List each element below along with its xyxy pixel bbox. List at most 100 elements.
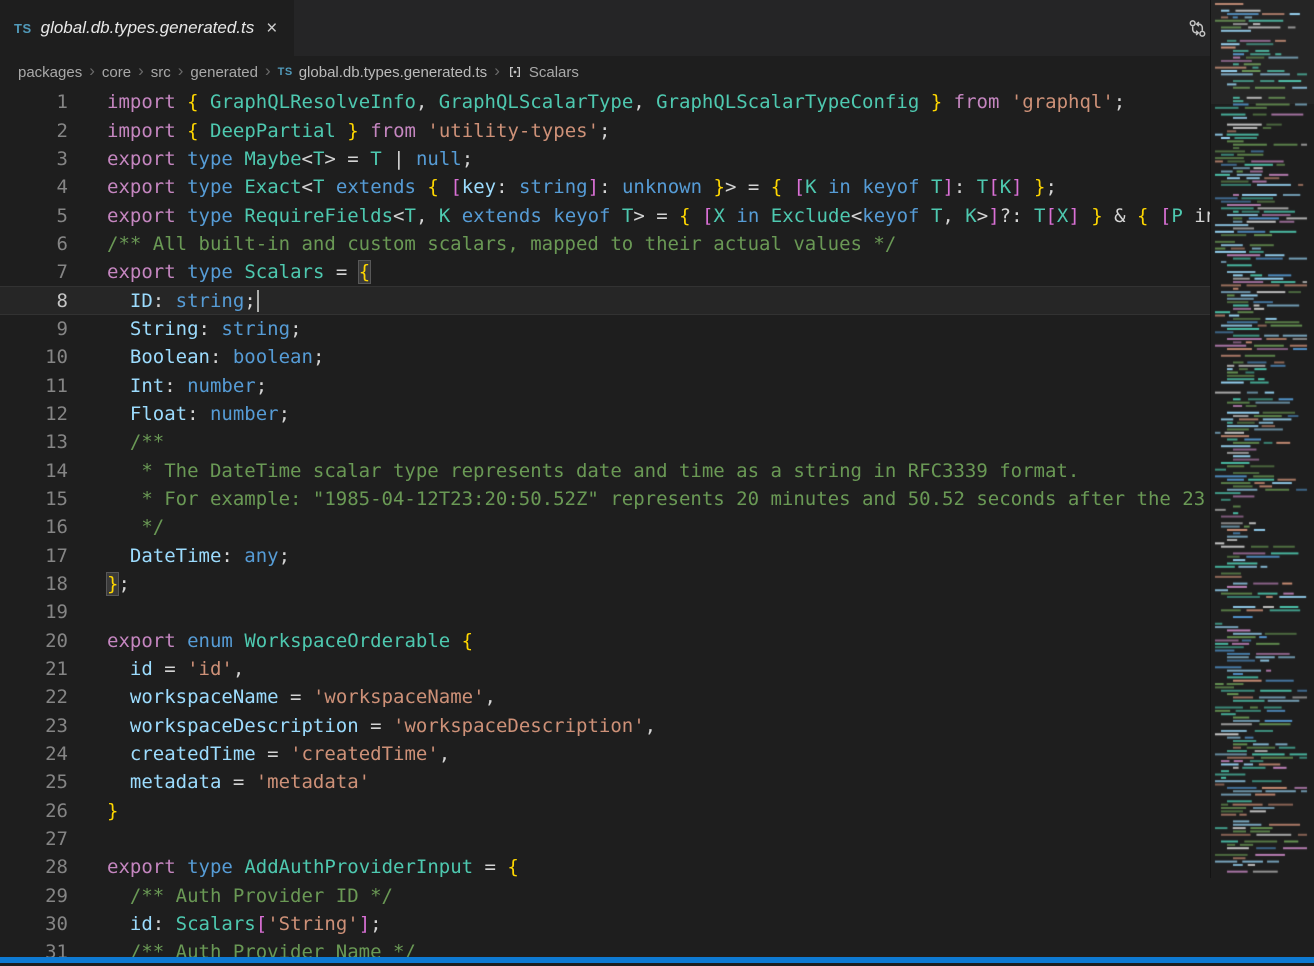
code-line[interactable]: 10 Boolean: boolean; (0, 343, 1314, 371)
line-number[interactable]: 6 (0, 233, 68, 255)
breadcrumb: packages › core › src › generated › TS g… (0, 56, 1314, 88)
line-number[interactable]: 23 (0, 715, 68, 737)
code-line-text: */ (68, 516, 164, 538)
code-token: from (954, 91, 1000, 113)
code-line[interactable]: 18}; (0, 570, 1314, 598)
line-number[interactable]: 16 (0, 516, 68, 538)
line-number[interactable]: 24 (0, 743, 68, 765)
code-line[interactable]: 20export enum WorkspaceOrderable { (0, 627, 1314, 655)
code-line[interactable]: 21 id = 'id', (0, 655, 1314, 683)
code-token: ; (279, 403, 290, 425)
line-number[interactable]: 29 (0, 885, 68, 907)
code-line[interactable]: 22 workspaceName = 'workspaceName', (0, 683, 1314, 711)
line-number[interactable]: 14 (0, 460, 68, 482)
code-line[interactable]: 19 (0, 598, 1314, 626)
code-line[interactable]: 26} (0, 797, 1314, 825)
code-line[interactable]: 25 metadata = 'metadata' (0, 768, 1314, 796)
line-number[interactable]: 21 (0, 658, 68, 680)
code-line-text: export type Exact<T extends { [key: stri… (68, 176, 1057, 198)
close-icon[interactable]: × (263, 17, 280, 40)
line-number[interactable]: 12 (0, 403, 68, 425)
line-number[interactable]: 28 (0, 856, 68, 878)
breadcrumb-item-symbol[interactable]: Scalars (507, 64, 579, 81)
line-number[interactable]: 3 (0, 148, 68, 170)
code-token (107, 658, 130, 680)
line-number[interactable]: 11 (0, 375, 68, 397)
code-line[interactable]: 9 String: string; (0, 315, 1314, 343)
line-number[interactable]: 2 (0, 120, 68, 142)
code-token: type (187, 856, 233, 878)
code-token (199, 120, 210, 142)
code-line[interactable]: 16 */ (0, 513, 1314, 541)
code-token: T (931, 176, 942, 198)
line-number[interactable]: 27 (0, 828, 68, 850)
code-token: = (324, 261, 358, 283)
code-line[interactable]: 28export type AddAuthProviderInput = { (0, 853, 1314, 881)
code-line[interactable]: 24 createdTime = 'createdTime', (0, 740, 1314, 768)
line-number[interactable]: 8 (0, 290, 68, 312)
code-token: import (107, 91, 176, 113)
code-line[interactable]: 17 DateTime: any; (0, 542, 1314, 570)
code-line[interactable]: 7export type Scalars = { (0, 258, 1314, 286)
code-line[interactable]: 12 Float: number; (0, 400, 1314, 428)
code-token: GraphQLResolveInfo (210, 91, 416, 113)
line-number[interactable]: 13 (0, 431, 68, 453)
code-line[interactable]: 30 id: Scalars['String']; (0, 910, 1314, 938)
code-line[interactable]: 5export type RequireFields<T, K extends … (0, 201, 1314, 229)
line-number[interactable]: 20 (0, 630, 68, 652)
code-line[interactable]: 14 * The DateTime scalar type represents… (0, 456, 1314, 484)
editor-code-area[interactable]: 1import { GraphQLResolveInfo, GraphQLSca… (0, 88, 1314, 966)
code-line[interactable]: 4export type Exact<T extends { [key: str… (0, 173, 1314, 201)
line-number[interactable]: 5 (0, 205, 68, 227)
code-line[interactable]: 27 (0, 825, 1314, 853)
chevron-right-icon: › (265, 61, 271, 81)
code-line[interactable]: 29 /** Auth Provider ID */ (0, 882, 1314, 910)
breadcrumb-file-label: global.db.types.generated.ts (299, 64, 487, 81)
code-token: keyof (553, 205, 610, 227)
breadcrumb-item-generated[interactable]: generated (190, 64, 258, 81)
line-number[interactable]: 30 (0, 913, 68, 935)
line-number[interactable]: 22 (0, 686, 68, 708)
breadcrumb-item-src[interactable]: src (151, 64, 171, 81)
line-number[interactable]: 26 (0, 800, 68, 822)
breadcrumb-item-core[interactable]: core (102, 64, 131, 81)
line-number[interactable]: 10 (0, 346, 68, 368)
code-line-text: Int: number; (68, 375, 267, 397)
chevron-right-icon: › (494, 61, 500, 81)
code-line[interactable]: 11 Int: number; (0, 371, 1314, 399)
minimap[interactable] (1210, 0, 1314, 878)
line-number[interactable]: 9 (0, 318, 68, 340)
code-line[interactable]: 8 ID: string; (0, 286, 1314, 314)
breadcrumb-item-packages[interactable]: packages (18, 64, 82, 81)
code-token: key (462, 176, 496, 198)
line-number[interactable]: 1 (0, 91, 68, 113)
code-token: /** (107, 431, 164, 453)
code-line[interactable]: 1import { GraphQLResolveInfo, GraphQLSca… (0, 88, 1314, 116)
code-token (107, 290, 130, 312)
code-line[interactable]: 15 * For example: "1985-04-12T23:20:50.5… (0, 485, 1314, 513)
editor-tab-bar: TS global.db.types.generated.ts × (0, 0, 1314, 56)
code-line[interactable]: 6/** All built-in and custom scalars, ma… (0, 230, 1314, 258)
line-number[interactable]: 25 (0, 771, 68, 793)
code-line[interactable]: 2import { DeepPartial } from 'utility-ty… (0, 116, 1314, 144)
code-line-text: /** Auth Provider ID */ (68, 885, 393, 907)
line-number[interactable]: 15 (0, 488, 68, 510)
code-token: [ (988, 176, 999, 198)
code-line-text: workspaceDescription = 'workspaceDescrip… (68, 715, 656, 737)
code-line[interactable]: 3export type Maybe<T> = T | null; (0, 145, 1314, 173)
code-token: extends (462, 205, 542, 227)
line-number[interactable]: 19 (0, 601, 68, 623)
breadcrumb-item-file[interactable]: TS global.db.types.generated.ts (278, 64, 488, 81)
line-number[interactable]: 18 (0, 573, 68, 595)
code-token: in (828, 176, 851, 198)
line-number[interactable]: 4 (0, 176, 68, 198)
code-token (176, 630, 187, 652)
tab-global-db-types-generated[interactable]: TS global.db.types.generated.ts × (0, 0, 294, 56)
code-token: = (359, 715, 393, 737)
code-line[interactable]: 13 /** (0, 428, 1314, 456)
line-number[interactable]: 17 (0, 545, 68, 567)
code-token: [ (702, 205, 713, 227)
code-line[interactable]: 23 workspaceDescription = 'workspaceDesc… (0, 712, 1314, 740)
line-number[interactable]: 7 (0, 261, 68, 283)
open-changes-button[interactable] (1186, 17, 1208, 39)
